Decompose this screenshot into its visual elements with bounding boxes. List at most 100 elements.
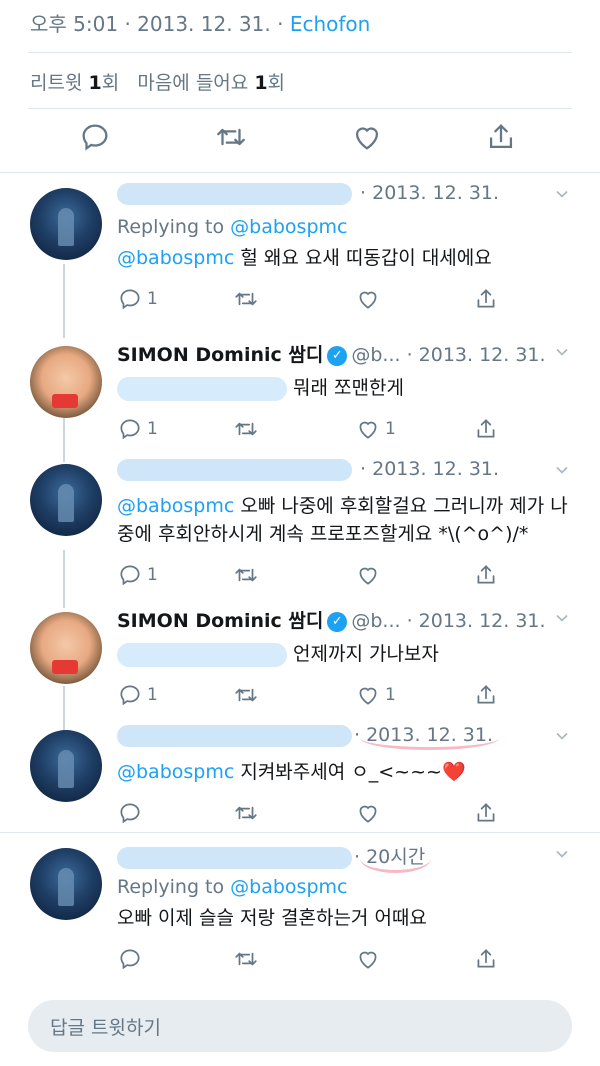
display-name[interactable]: SIMON Dominic 쌈디 — [117, 610, 323, 632]
share-icon — [477, 419, 495, 438]
retweet-icon — [217, 128, 245, 146]
share-button[interactable] — [473, 562, 499, 588]
share-button[interactable] — [473, 416, 499, 442]
tweet-meta: 오후 5:01 · 2013. 12. 31. · Echofon — [30, 8, 370, 37]
handle: @b... — [351, 344, 401, 366]
retweet-icon — [235, 568, 257, 582]
retweet-button[interactable] — [214, 120, 248, 154]
replying-to-label: Replying to — [117, 216, 231, 238]
reply-handle-link[interactable]: @babospmc — [230, 876, 347, 898]
like-button[interactable] — [350, 120, 384, 154]
avatar[interactable] — [30, 848, 102, 920]
reply-button[interactable] — [117, 946, 143, 972]
redacted-name — [117, 846, 352, 869]
divider — [28, 108, 572, 109]
like-button[interactable]: 1 — [355, 416, 396, 442]
tweet-date: 2013. 12. 31. — [137, 12, 271, 36]
tweet-date: · 2013. 12. 31. — [406, 610, 546, 632]
share-button[interactable] — [473, 946, 499, 972]
reply-icon — [120, 803, 140, 824]
thread-line — [63, 686, 65, 730]
share-button[interactable] — [473, 682, 499, 708]
retweet-button[interactable] — [233, 562, 259, 588]
reply-count: 1 — [147, 565, 158, 585]
retweet-icon — [235, 292, 257, 306]
like-button[interactable] — [355, 286, 381, 312]
tweet-date: 20시간 — [360, 842, 432, 873]
chevron-down-icon[interactable] — [552, 460, 572, 480]
reply-button[interactable] — [117, 800, 143, 826]
tweet-actions: 1 1 — [117, 416, 570, 446]
like-button[interactable]: 1 — [355, 682, 396, 708]
chevron-down-icon[interactable] — [552, 844, 572, 864]
likes-suffix: 회 — [267, 72, 286, 94]
avatar[interactable] — [30, 730, 102, 802]
display-name[interactable]: SIMON Dominic 쌈디 — [117, 344, 323, 366]
chevron-down-icon[interactable] — [552, 342, 572, 362]
reply-button[interactable]: 1 — [117, 682, 158, 708]
reply-button[interactable] — [78, 120, 112, 154]
share-icon — [477, 289, 495, 308]
avatar[interactable] — [30, 464, 102, 536]
retweet-button[interactable] — [233, 946, 259, 972]
retweet-button[interactable] — [233, 286, 259, 312]
meta-separator-2: · — [277, 12, 284, 36]
tweet-header: · 2013. 12. 31. — [117, 458, 570, 486]
tweet-actions — [117, 946, 570, 976]
share-button[interactable] — [484, 120, 518, 154]
main-tweet-actions — [0, 120, 600, 164]
tweet-date: 2013. 12. 31. — [360, 724, 499, 750]
tweet-header: SIMON Dominic 쌈디 ✓ @b... · 2013. 12. 31. — [117, 340, 570, 368]
tweet-text: 뭐래 쪼맨한게 — [117, 374, 570, 402]
reply-compose-input[interactable]: 답글 트윗하기 — [28, 1000, 572, 1052]
mention-link[interactable]: @babospmc — [117, 247, 234, 269]
tweet-date: · 2013. 12. 31. — [360, 458, 500, 480]
reply-count: 1 — [147, 289, 158, 309]
retweet-button[interactable] — [233, 800, 259, 826]
chevron-down-icon[interactable] — [552, 726, 572, 746]
like-icon — [359, 687, 377, 705]
retweets-count[interactable]: 1 — [89, 72, 102, 94]
chevron-down-icon[interactable] — [552, 608, 572, 628]
compose-placeholder: 답글 트윗하기 — [50, 1016, 161, 1039]
reply-button[interactable]: 1 — [117, 416, 158, 442]
like-button[interactable] — [355, 946, 381, 972]
retweets-label[interactable]: 리트윗 — [30, 72, 82, 94]
reply-icon — [82, 124, 108, 151]
tweet-header: · 2013. 12. 31. — [117, 182, 570, 210]
retweet-icon — [235, 952, 257, 966]
tweet-header: · 2013. 12. 31. — [117, 724, 570, 752]
share-button[interactable] — [473, 286, 499, 312]
avatar[interactable] — [30, 612, 102, 684]
verified-icon: ✓ — [327, 611, 348, 632]
avatar[interactable] — [30, 346, 102, 418]
share-icon — [477, 565, 495, 584]
tweet-body: 뭐래 쪼맨한게 — [293, 377, 404, 399]
mention-link[interactable]: @babospmc — [117, 761, 234, 783]
tweet-date: · 2013. 12. 31. — [406, 344, 546, 366]
reply-button[interactable]: 1 — [117, 562, 158, 588]
tweet-body: 언제까지 가나보자 — [293, 643, 439, 665]
retweet-button[interactable] — [233, 416, 259, 442]
chevron-down-icon[interactable] — [552, 184, 572, 204]
meta-separator: · — [124, 12, 131, 36]
reply-handle-link[interactable]: @babospmc — [230, 216, 347, 238]
avatar[interactable] — [30, 188, 102, 260]
like-button[interactable] — [355, 800, 381, 826]
mention-link[interactable]: @babospmc — [117, 495, 234, 517]
retweet-icon — [235, 806, 257, 820]
share-icon — [489, 124, 513, 149]
like-count: 1 — [385, 419, 396, 439]
reply-button[interactable]: 1 — [117, 286, 158, 312]
reply-count: 1 — [147, 419, 158, 439]
divider — [0, 172, 600, 173]
divider — [0, 832, 600, 833]
reply-icon — [120, 949, 140, 970]
retweet-icon — [235, 688, 257, 702]
like-button[interactable] — [355, 562, 381, 588]
likes-count[interactable]: 1 — [254, 72, 267, 94]
likes-label[interactable]: 마음에 들어요 — [137, 72, 248, 94]
share-button[interactable] — [473, 800, 499, 826]
retweet-button[interactable] — [233, 682, 259, 708]
source-app-link[interactable]: Echofon — [290, 12, 371, 36]
